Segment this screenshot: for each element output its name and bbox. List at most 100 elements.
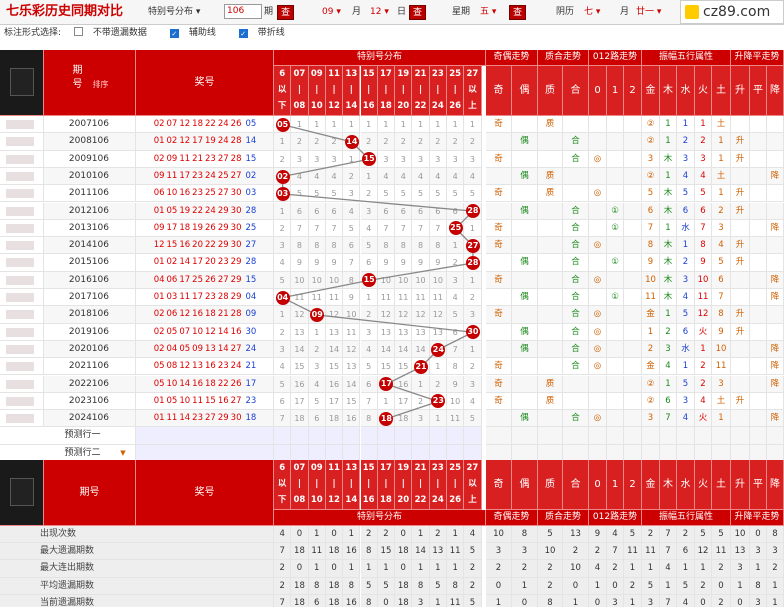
stats-cell: 9 — [589, 526, 607, 544]
predict-cell[interactable] — [412, 427, 430, 445]
predict-cell[interactable] — [429, 427, 447, 445]
row-avatar — [6, 414, 34, 424]
checkbox-checked-icon[interactable]: ✓ — [169, 29, 179, 38]
predict-cell[interactable] — [712, 427, 731, 445]
stats-cell: 2 — [767, 560, 784, 578]
predict-cell[interactable] — [750, 427, 767, 445]
trend-cell — [563, 167, 589, 186]
stats-cell: 3 — [412, 594, 430, 607]
header-avatar — [10, 68, 34, 96]
predict-cell[interactable] — [274, 427, 292, 445]
predict-cell[interactable] — [360, 427, 378, 445]
dist-col-header-bottom: 23 | 24 — [429, 460, 447, 510]
trend-cell: 2 — [695, 358, 712, 376]
row-avatar — [6, 189, 34, 199]
ball-number: 29 — [230, 292, 242, 302]
option-aux-line[interactable]: ✓ 辅助线 — [169, 28, 226, 38]
ball-number: 26 — [230, 119, 242, 129]
predict-cell[interactable] — [642, 427, 660, 445]
lunar-day-select[interactable]: 廿一 ▾ — [636, 0, 661, 24]
stats-cell: 1 — [412, 560, 430, 578]
predict-cell[interactable] — [291, 427, 309, 445]
period-input[interactable]: 106 — [224, 4, 262, 19]
checkbox-icon[interactable] — [73, 27, 83, 36]
trend-cell: 7 — [660, 410, 677, 428]
predict-cell[interactable] — [624, 427, 642, 445]
dist-cell: 3 — [447, 150, 465, 168]
lunar-month-select[interactable]: 七 ▾ — [584, 0, 600, 24]
trend-cell — [767, 237, 784, 255]
trend-cell: 1 — [677, 116, 695, 134]
predict-cell[interactable] — [677, 427, 695, 445]
trend-cell: 降 — [767, 167, 784, 186]
predict-cell[interactable] — [343, 427, 361, 445]
dist-cell: 5 — [274, 375, 292, 393]
predict-cell[interactable] — [308, 427, 326, 445]
dist-cell: 11 — [343, 323, 361, 341]
query-button-3[interactable]: 查 — [509, 5, 527, 20]
stats-cell: 5 — [695, 526, 712, 544]
dist-cell: 10 — [447, 392, 465, 411]
predict-cell[interactable] — [512, 427, 538, 445]
month-select[interactable]: 09 ▾ — [322, 0, 341, 24]
predict-cell[interactable] — [325, 427, 344, 445]
predict-cell[interactable] — [447, 427, 465, 445]
stats-cell: 13 — [429, 543, 447, 561]
trend-cell: 合 — [563, 133, 589, 151]
sort-link[interactable]: 排序 — [93, 80, 109, 89]
predict-cell[interactable] — [395, 427, 413, 445]
row-avatar — [6, 206, 34, 216]
trend-cell — [731, 271, 750, 289]
query-button-2[interactable]: 查 — [409, 5, 427, 20]
trend-cell: 偶 — [512, 167, 538, 186]
trend-cell: 升 — [731, 185, 750, 203]
predict-cell[interactable] — [660, 427, 677, 445]
dist-cell: 10 — [343, 306, 361, 324]
trend-cell: 1 — [695, 116, 712, 134]
trend-cell: 降 — [767, 289, 784, 307]
stats-cell: 0 — [291, 560, 309, 578]
trend-cell: 6 — [677, 202, 695, 220]
predict-cell[interactable] — [767, 427, 784, 445]
stats-cell: 5 — [377, 577, 396, 595]
query-button-1[interactable]: 查 — [277, 5, 295, 20]
predict-cell[interactable] — [589, 427, 607, 445]
predict-cell[interactable] — [377, 427, 396, 445]
day-select[interactable]: 12 ▾ — [370, 0, 389, 24]
dist-cell: 11 — [412, 289, 430, 307]
r012-header: 012路走势 — [589, 50, 642, 66]
predict-cell[interactable] — [538, 427, 563, 445]
checkbox-checked-icon[interactable]: ✓ — [238, 29, 248, 38]
predict-cell[interactable] — [563, 427, 589, 445]
trend-cell: 奇 — [486, 150, 512, 168]
trend-cell — [750, 219, 767, 238]
stats-cell: 5 — [712, 526, 731, 544]
dist-cell: 3 — [274, 237, 292, 255]
trend-cell — [624, 271, 642, 289]
dist-cell: 5 — [464, 410, 482, 428]
predict-cell[interactable] — [464, 427, 482, 445]
dist-cell: 16 — [343, 410, 361, 428]
ball-number: 23 — [192, 413, 203, 424]
predict-cell[interactable] — [486, 427, 512, 445]
option-no-miss[interactable]: 不带遗漏数据 — [73, 27, 157, 38]
dist-cell: 18 — [395, 410, 413, 428]
issue-cell: 2011106 — [44, 185, 136, 203]
ball-number: 29 — [217, 205, 229, 216]
predict-cell[interactable] — [731, 427, 750, 445]
dist-cell: 8 — [395, 237, 413, 255]
trend-cell: ◎ — [589, 323, 607, 341]
predict-cell[interactable] — [695, 427, 712, 445]
predict-cell[interactable] — [607, 427, 624, 445]
dist-cell: 2 — [291, 133, 309, 151]
ball-number: 24 — [217, 119, 229, 129]
trend-cell: 偶 — [512, 202, 538, 220]
ball-number: 29 — [217, 413, 229, 424]
numbers-header-bottom: 奖号 — [136, 460, 274, 526]
dist-cell: 1 — [395, 116, 413, 134]
trend-cell: 8 — [712, 306, 731, 324]
option-polyline[interactable]: ✓ 带折线 — [238, 28, 295, 38]
issue-cell: 2008106 — [44, 133, 136, 151]
weekday-select[interactable]: 五 ▾ — [480, 0, 496, 24]
dist-select[interactable]: 特别号分布 ▾ — [148, 0, 200, 24]
